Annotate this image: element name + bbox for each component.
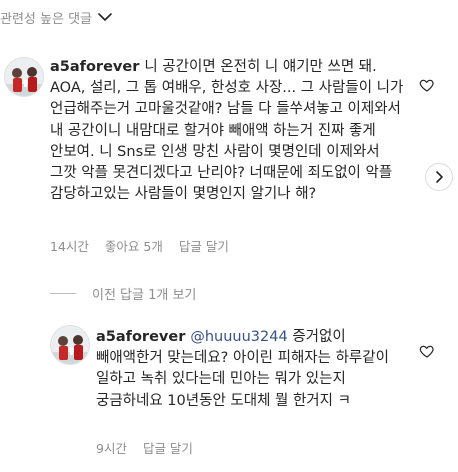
- comment-reply-button[interactable]: 답글 달기: [179, 236, 229, 255]
- reply-like-button[interactable]: [419, 343, 435, 359]
- comment-sort-toggle[interactable]: 관련성 높은 댓글: [0, 6, 112, 28]
- comment-username[interactable]: a5aforever: [50, 59, 139, 75]
- chevron-right-icon: [436, 171, 443, 183]
- comments-section: 관련성 높은 댓글 a5aforever 니 공간이면 온전히 니 얘기만 쓰면 …: [0, 0, 458, 472]
- reply-mention[interactable]: @huuuu3244: [190, 329, 287, 345]
- reply-text-block: a5aforever @huuuu3244 증거없이 빼애액한거 맞는데요? 아이…: [96, 327, 410, 412]
- reply-avatar[interactable]: [50, 325, 90, 365]
- comment-sort-label: 관련성 높은 댓글: [0, 11, 92, 27]
- reply-reply-button[interactable]: 답글 달기: [143, 438, 193, 457]
- comment-like-button[interactable]: [419, 77, 435, 93]
- chevron-down-icon: [98, 13, 112, 21]
- comment-meta: 14시간 좋아요 5개 답글 달기: [50, 236, 245, 255]
- comment-text: 니 공간이면 온전히 니 얘기만 쓰면 돼. AOA, 설리, 그 톱 여배우,…: [50, 59, 404, 203]
- next-post-button[interactable]: [425, 163, 453, 191]
- view-previous-replies-label: 이전 답글 1개 보기: [92, 287, 197, 303]
- comment-text-block: a5aforever 니 공간이면 온전히 니 얘기만 쓰면 돼. AOA, 설리…: [50, 57, 410, 205]
- comment-likes-count[interactable]: 좋아요 5개: [105, 236, 163, 255]
- reply-meta: 9시간 답글 달기: [96, 438, 209, 457]
- view-previous-replies-button[interactable]: 이전 답글 1개 보기: [50, 284, 197, 303]
- reply-timestamp: 9시간: [96, 441, 127, 456]
- replies-divider: [50, 292, 76, 294]
- reply-username[interactable]: a5aforever: [96, 329, 185, 345]
- avatar[interactable]: [4, 57, 44, 97]
- comment-timestamp: 14시간: [50, 239, 89, 254]
- heart-icon: [419, 345, 434, 358]
- heart-icon: [419, 79, 434, 92]
